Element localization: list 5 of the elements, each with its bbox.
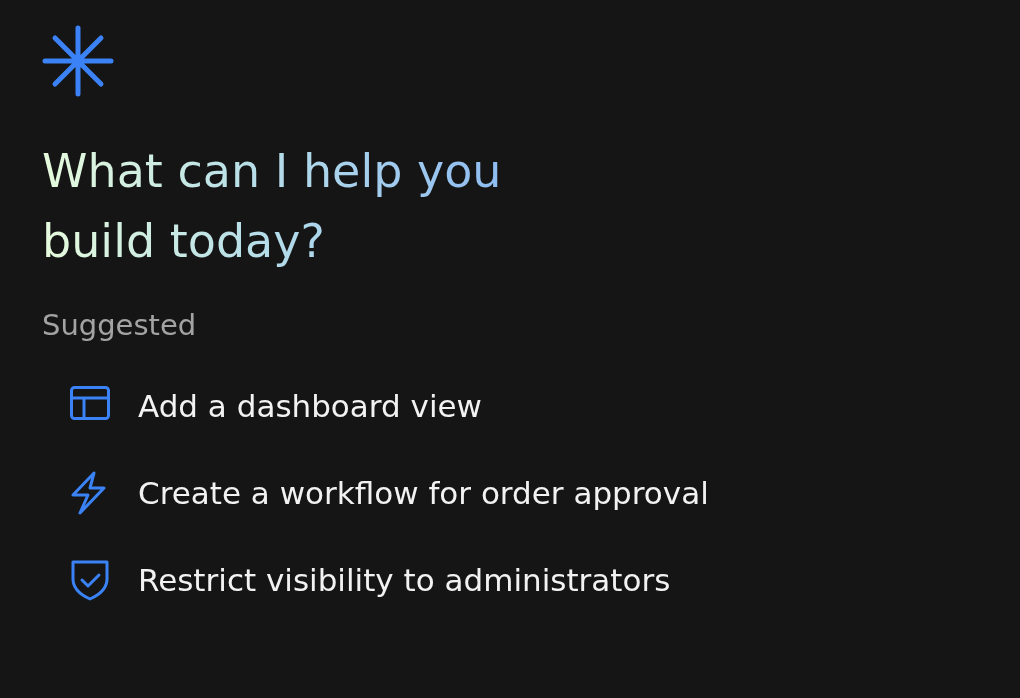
suggestion-link[interactable]: Create a workflow for order approval <box>138 474 709 511</box>
suggestion-link[interactable]: Restrict visibility to administrators <box>138 561 671 598</box>
shield-check-icon <box>70 558 110 601</box>
suggestion-link[interactable]: Add a dashboard view <box>138 387 482 424</box>
section-title: Suggested <box>42 308 198 342</box>
